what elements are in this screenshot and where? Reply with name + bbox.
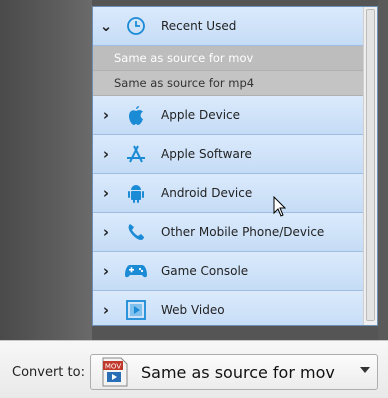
scroll-thumb[interactable] [366,9,375,321]
dropdown-footer [93,325,377,326]
phone-icon [119,222,153,242]
film-icon [119,299,153,321]
category-label: Recent Used [161,19,237,33]
background-edge [378,0,388,340]
clock-icon [119,16,153,36]
android-icon [119,182,153,204]
chevron-right-icon[interactable]: › [93,145,119,163]
chevron-right-icon[interactable]: › [93,262,119,280]
mouse-cursor-icon [273,195,287,221]
convert-bar: Convert to: MOV Same as source for mov [0,340,388,398]
category-web-video[interactable]: › Web Video [93,291,363,325]
chevron-right-icon[interactable]: › [93,223,119,241]
format-dropdown-list: ⌄ Recent Used Same as source for mov Sam… [92,6,378,326]
category-android-device[interactable]: › Android Device [93,174,363,213]
mov-format-icon: MOV [99,357,131,390]
category-label: Apple Software [161,147,252,161]
list-scrollbar[interactable] [363,7,377,325]
chevron-right-icon[interactable]: › [93,184,119,202]
recent-item-mp4[interactable]: Same as source for mp4 [93,71,363,96]
format-category-list: ⌄ Recent Used Same as source for mov Sam… [93,7,363,325]
selected-format-text: Same as source for mov [141,363,335,382]
category-label: Web Video [161,303,225,317]
apple-icon [119,104,153,126]
category-recent-used[interactable]: ⌄ Recent Used [93,7,363,46]
category-game-console[interactable]: › Game Console [93,252,363,291]
category-other-mobile[interactable]: › Other Mobile Phone/Device [93,213,363,252]
background-panel [0,0,92,340]
app-store-icon [119,144,153,164]
gamepad-icon [119,262,153,280]
chevron-right-icon[interactable]: › [93,301,119,319]
category-label: Android Device [161,186,253,200]
mov-icon-text: MOV [105,363,121,371]
output-format-select[interactable]: MOV Same as source for mov [90,354,378,390]
category-label: Other Mobile Phone/Device [161,225,325,239]
chevron-down-icon[interactable]: ⌄ [93,17,119,35]
category-apple-device[interactable]: › Apple Device [93,96,363,135]
recent-item-mov[interactable]: Same as source for mov [93,46,363,71]
convert-to-label: Convert to: [12,365,85,380]
chevron-right-icon[interactable]: › [93,106,119,124]
category-label: Apple Device [161,108,241,122]
dropdown-arrow-icon[interactable] [360,367,370,373]
category-label: Game Console [161,264,249,278]
category-apple-software[interactable]: › Apple Software [93,135,363,174]
